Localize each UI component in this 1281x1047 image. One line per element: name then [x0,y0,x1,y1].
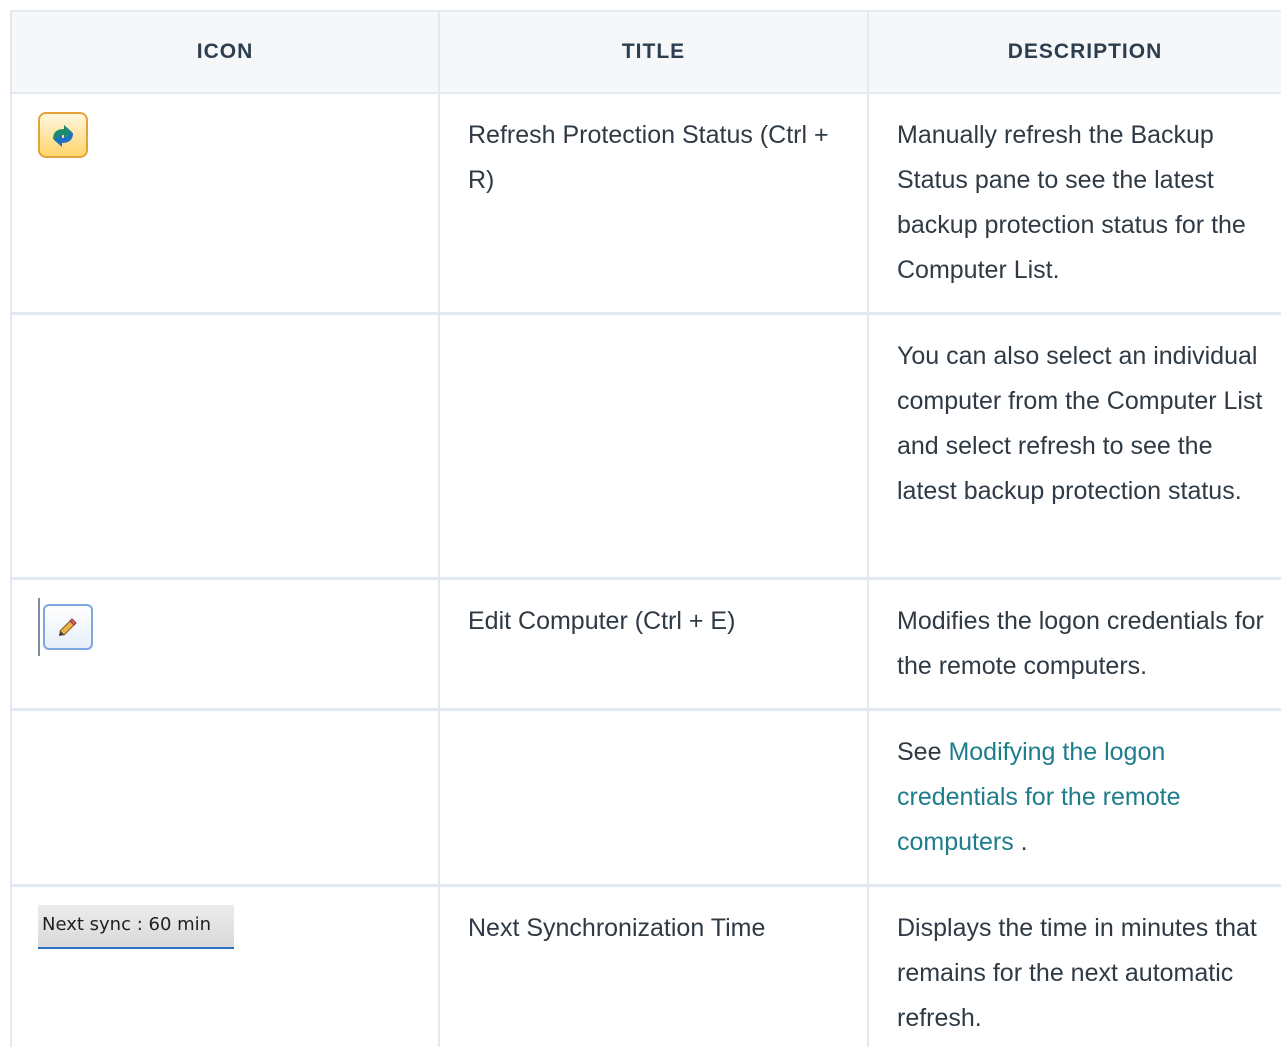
edit-icon [43,604,93,650]
table-row: Next sync : 60 min Next Synchronization … [12,885,1281,1047]
title-cell: Next Synchronization Time [439,885,869,1047]
icon-cell [12,709,440,887]
title-cell [439,313,869,580]
period-suffix: . [1013,828,1028,856]
icon-reference-table: ICON TITLE DESCRIPTION Refresh Protectio… [10,10,1281,1047]
table-header-row: ICON TITLE DESCRIPTION [12,12,1281,94]
icon-cell [12,313,440,580]
see-prefix: See [897,738,949,766]
icon-cell: Next sync : 60 min [12,885,440,1047]
description-cell: Displays the time in minutes that remain… [868,885,1281,1047]
divider [38,598,40,656]
table-row: Edit Computer (Ctrl + E) Modifies the lo… [12,578,1281,711]
title-cell: Edit Computer (Ctrl + E) [439,578,869,711]
description-cell: You can also select an individual comput… [868,313,1281,580]
title-cell: Refresh Protection Status (Ctrl + R) [439,93,869,315]
column-header-description: DESCRIPTION [868,12,1281,94]
title-cell [439,709,869,887]
table-row: You can also select an individual comput… [12,313,1281,580]
table-row: See Modifying the logon credentials for … [12,709,1281,887]
next-sync-indicator: Next sync : 60 min [38,905,234,949]
icon-cell [12,578,440,711]
column-header-icon: ICON [12,12,440,94]
description-cell: See Modifying the logon credentials for … [868,709,1281,887]
column-header-title: TITLE [439,12,869,94]
description-cell: Manually refresh the Backup Status pane … [868,93,1281,315]
icon-cell [12,93,440,315]
table-row: Refresh Protection Status (Ctrl + R) Man… [12,93,1281,315]
toolbar-icons-table: ICON TITLE DESCRIPTION Refresh Protectio… [12,12,1281,1047]
refresh-icon [38,112,88,158]
description-cell: Modifies the logon credentials for the r… [868,578,1281,711]
